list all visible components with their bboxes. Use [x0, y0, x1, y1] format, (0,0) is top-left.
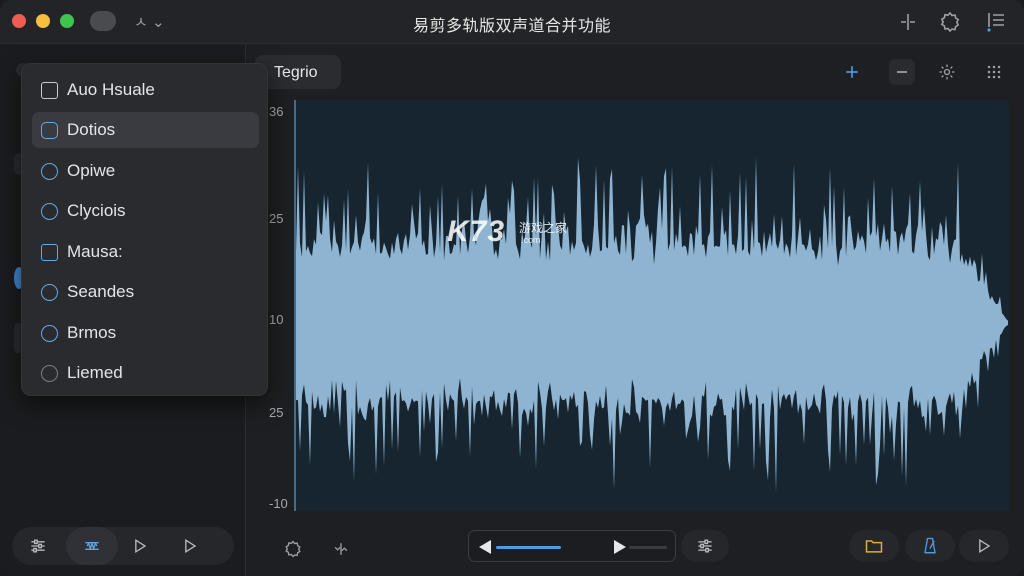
split-icon[interactable]	[327, 535, 355, 563]
radio-icon[interactable]	[41, 202, 58, 220]
watermark-cn: 游戏之家	[519, 221, 568, 235]
play-outline-icon[interactable]	[959, 530, 1009, 562]
waveform-edit-icon[interactable]	[66, 527, 118, 565]
main-panel: Tegrio 36 25 10 25 -10 K73 游戏之家 .com	[247, 45, 1024, 576]
folder-icon[interactable]	[849, 530, 899, 562]
menu-item-label: Mausa:	[67, 242, 123, 261]
grid-icon[interactable]	[981, 59, 1007, 85]
y-axis-label: 10	[269, 312, 284, 327]
checkbox-icon[interactable]	[41, 243, 58, 261]
menu-item[interactable]: Dotios	[32, 112, 259, 148]
next-icon[interactable]	[614, 540, 626, 554]
menu-item[interactable]: Opiwe	[32, 153, 259, 189]
menu-item-label: Dotios	[67, 120, 116, 139]
menu-item[interactable]: Mausa:	[32, 234, 259, 270]
split-icon[interactable]	[896, 10, 920, 34]
gear-icon[interactable]	[938, 10, 962, 34]
radio-icon[interactable]	[41, 324, 58, 342]
title-bar: ㅅ ⌄ 易剪多轨版双声道合并功能	[0, 0, 1024, 44]
sliders-icon[interactable]	[681, 530, 729, 562]
sidebar-toolbar	[12, 527, 234, 565]
menu-item[interactable]: Brmos	[32, 315, 259, 351]
watermark-url: .com	[521, 235, 541, 245]
window-title: 易剪多轨版双声道合并功能	[412, 18, 611, 35]
y-axis-label: 25	[269, 405, 284, 420]
previous-icon[interactable]	[479, 540, 491, 554]
plus-icon[interactable]	[839, 59, 865, 85]
menu-item[interactable]: Clyciois	[32, 193, 259, 229]
menu-item-label: Auo Hsuale	[67, 80, 155, 99]
app-window: ㅅ ⌄ 易剪多轨版双声道合并功能 Tegrio 36 25 10 25 -10 …	[0, 0, 1024, 576]
menu-item-label: Liemed	[67, 363, 123, 382]
scrubber-remaining[interactable]	[629, 546, 667, 549]
menu-item[interactable]: Seandes	[32, 274, 259, 310]
checkbox-icon[interactable]	[41, 121, 58, 139]
menu-item-label: Seandes	[67, 282, 135, 301]
play-outline-icon[interactable]	[164, 527, 216, 565]
scrubber-progress[interactable]	[496, 546, 561, 549]
minus-icon[interactable]	[889, 59, 915, 85]
transport-scrubber[interactable]	[468, 530, 676, 562]
sliders-icon[interactable]	[12, 527, 64, 565]
watermark: K73 游戏之家 .com	[447, 215, 567, 249]
waveform-display[interactable]	[296, 100, 1009, 511]
menu-item-label: Brmos	[67, 323, 117, 342]
waveform-graphic	[296, 157, 1008, 493]
y-axis-line	[294, 100, 296, 511]
y-axis-label: 25	[269, 211, 284, 226]
y-axis-label: 36	[269, 104, 284, 119]
radio-icon[interactable]	[41, 283, 58, 301]
radio-icon[interactable]	[41, 162, 58, 180]
menu-item[interactable]: Liemed	[32, 355, 259, 391]
watermark-brand: K73	[447, 215, 506, 248]
gear-icon[interactable]	[279, 535, 307, 563]
y-axis-label: -10	[269, 496, 288, 511]
checkbox-icon[interactable]	[41, 81, 58, 99]
radio-icon[interactable]	[41, 364, 58, 382]
metronome-icon[interactable]	[905, 530, 955, 562]
play-outline-icon[interactable]	[114, 527, 166, 565]
list-settings-icon[interactable]	[984, 10, 1008, 34]
menu-item[interactable]: Auo Hsuale	[32, 72, 259, 108]
menu-item-label: Opiwe	[67, 161, 116, 180]
gear-icon[interactable]	[934, 59, 960, 85]
menu-item-label: Clyciois	[67, 201, 126, 220]
options-dropdown-menu: Auo Hsuale Dotios Opiwe Clyciois Mausa: …	[21, 63, 268, 396]
